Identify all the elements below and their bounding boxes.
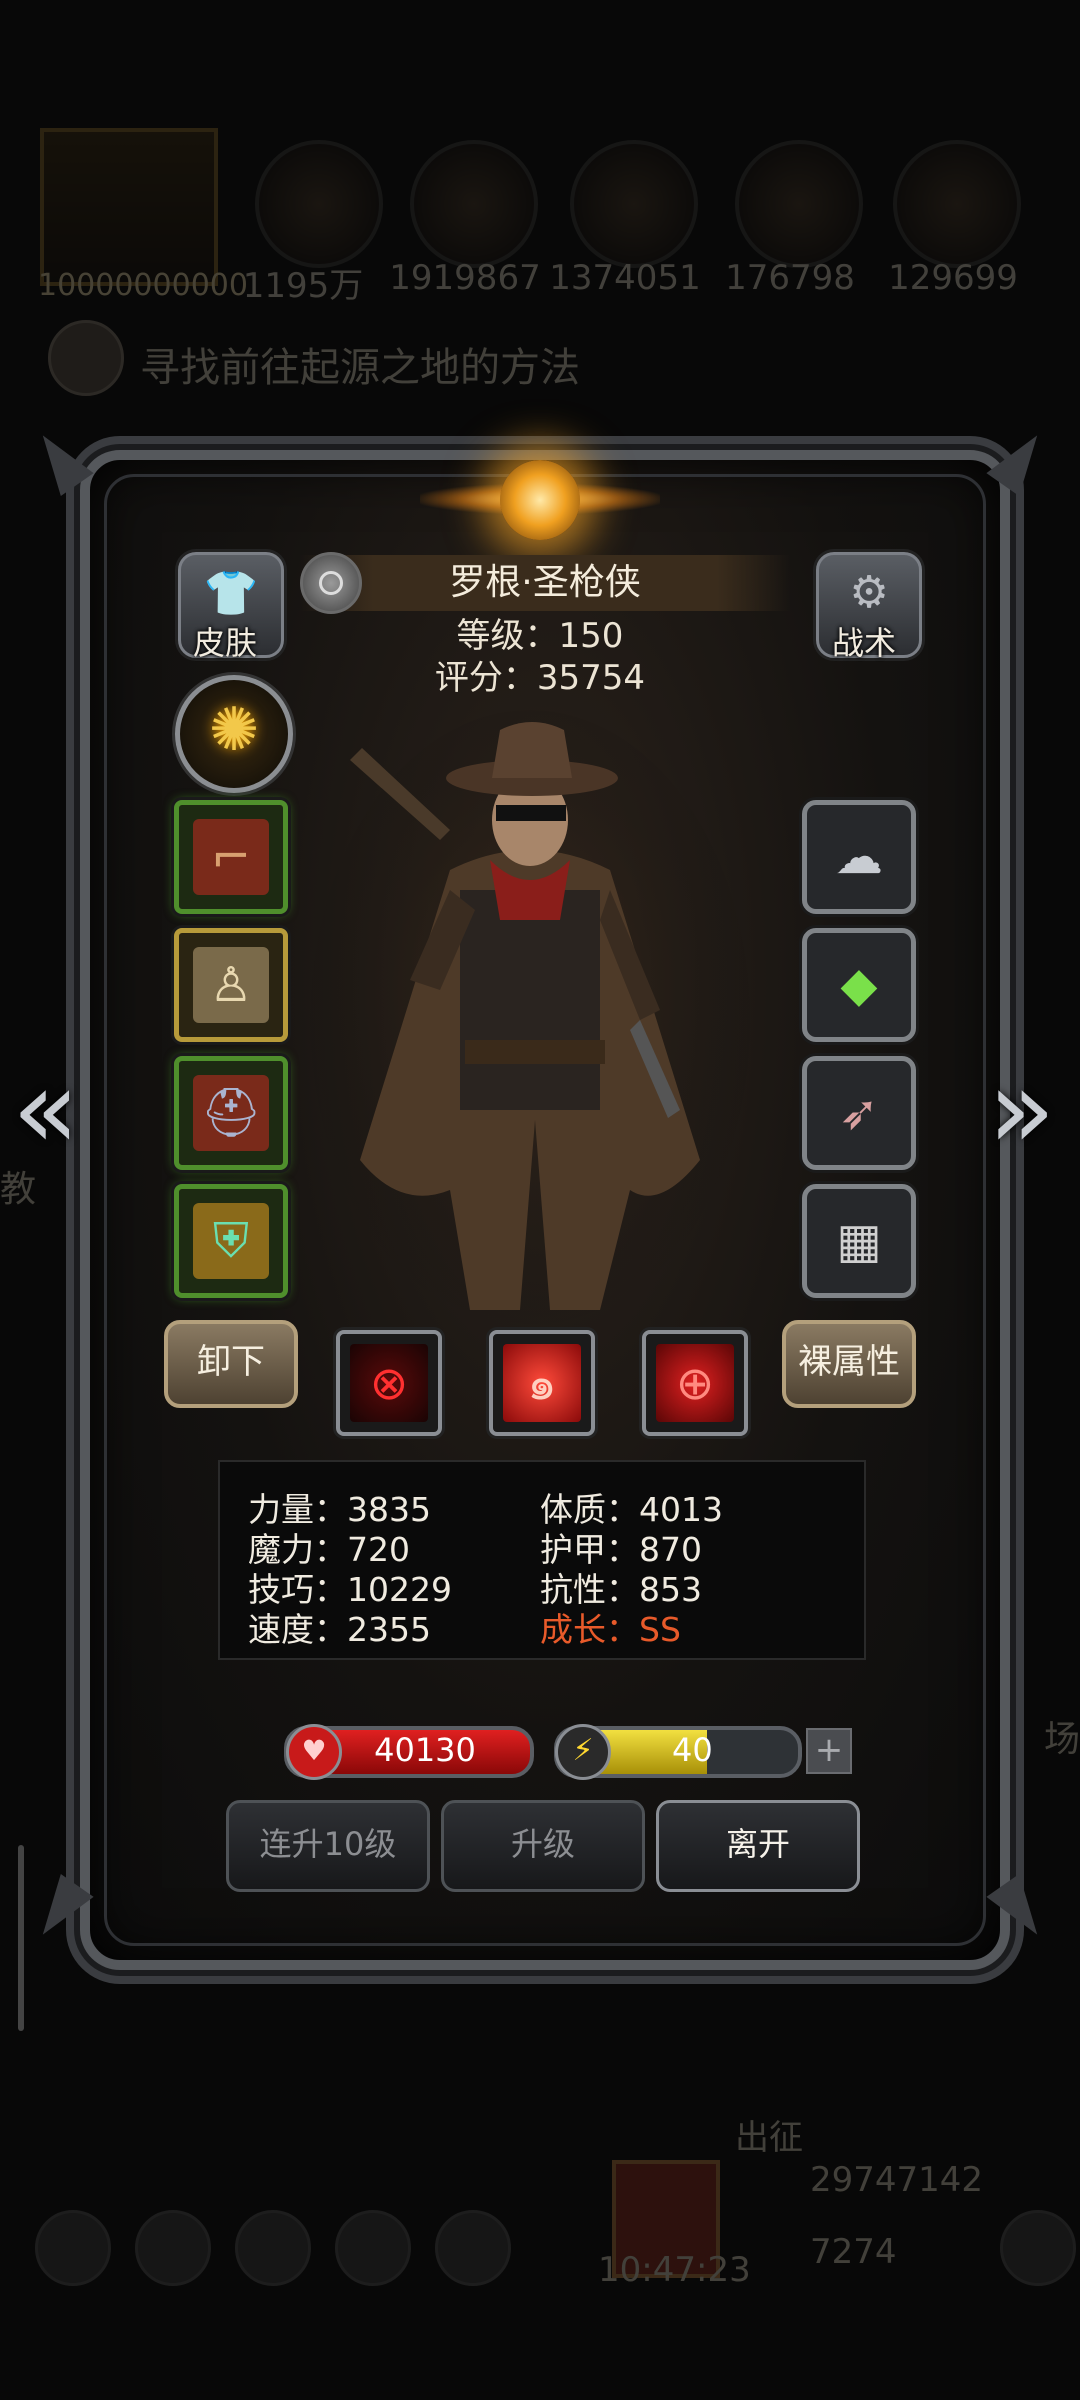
green-gem-icon: ◆ [840, 957, 878, 1013]
shirt-icon: 👕 [203, 568, 259, 619]
class-emblem-icon[interactable]: ✺ [175, 675, 293, 793]
sortie-label: 出征 [735, 2118, 803, 2158]
skill-slot-1[interactable]: ⊗ [336, 1330, 442, 1436]
unequip-button[interactable]: 卸下 [164, 1320, 298, 1408]
resource-value: 129699 [888, 258, 1018, 298]
feather-slot[interactable]: ➶ [802, 1056, 916, 1170]
robe-slot[interactable]: ♙ [174, 928, 288, 1042]
crown-value: 10000000000 [38, 268, 248, 303]
hp-value: 40130 [374, 1731, 476, 1769]
feather-icon: ➶ [838, 1085, 880, 1141]
scrollbar [18, 1845, 24, 2031]
cloud-ring-icon: ☁ [835, 829, 883, 885]
helmet-icon: ⛑ [200, 1085, 262, 1141]
hero-name: 罗根·圣枪侠 [300, 555, 790, 611]
target-skill-icon: ⊕ [675, 1356, 715, 1410]
stat-speed: 速度：2355 [248, 1610, 431, 1649]
clock-text: 10:47:23 [598, 2250, 751, 2290]
menu-icon [135, 2210, 211, 2286]
gold-value: 29747142 [810, 2160, 984, 2200]
quest-icon [48, 320, 124, 396]
resource-value: 176798 [725, 258, 855, 298]
lightning-icon: ⚡ [555, 1724, 611, 1780]
rank-badge-icon[interactable] [300, 552, 362, 614]
level-up-10-button[interactable]: 连升10级 [226, 1800, 430, 1892]
resource-icon [570, 140, 698, 268]
menu-icon [35, 2210, 111, 2286]
stat-growth: 成长：SS [540, 1610, 681, 1649]
vortex-skill-icon: ๑ [527, 1356, 557, 1410]
gear-icon: ⚙ [849, 567, 889, 618]
menu-icon [435, 2210, 511, 2286]
tactics-label: 战术 [832, 624, 897, 662]
resource-icon [410, 140, 538, 268]
hero-portrait [310, 710, 750, 1330]
sun-emblem-icon [500, 460, 580, 540]
skin-label: 皮肤 [193, 624, 258, 662]
previous-hero-arrow-icon[interactable]: « [12, 1045, 79, 1173]
side-text-right: 场 [1044, 1719, 1080, 1760]
level-up-button[interactable]: 升级 [441, 1800, 645, 1892]
resource-icon [735, 140, 863, 268]
chainmail-slot[interactable]: ▦ [802, 1184, 916, 1298]
pistol-icon: ⌐ [210, 829, 252, 885]
base-attributes-button[interactable]: 裸属性 [782, 1320, 916, 1408]
add-icon [1000, 2210, 1076, 2286]
skill-slot-2[interactable]: ๑ [489, 1330, 595, 1436]
crown-icon [40, 128, 218, 286]
chainmail-icon: ▦ [836, 1213, 882, 1269]
resource-value: 1195万 [242, 266, 364, 306]
resource-value: 1374051 [549, 258, 701, 298]
accessory-slot[interactable]: ☁ [802, 800, 916, 914]
menu-icon [335, 2210, 411, 2286]
leave-button[interactable]: 离开 [656, 1800, 860, 1892]
gem-slot[interactable]: ◆ [802, 928, 916, 1042]
quest-text: 寻找前往起源之地的方法 [140, 345, 580, 391]
energy-value: 40 [672, 1731, 713, 1769]
robe-icon: ♙ [209, 957, 253, 1013]
armor-slot[interactable]: ⛨ [174, 1184, 288, 1298]
resource-icon [893, 140, 1021, 268]
skill-slot-3[interactable]: ⊕ [642, 1330, 748, 1436]
armor-icon: ⛨ [212, 1213, 249, 1269]
helmet-slot[interactable]: ⛑ [174, 1056, 288, 1170]
menu-icon [235, 2210, 311, 2286]
resource-icon [255, 140, 383, 268]
add-energy-button[interactable]: + [806, 1728, 852, 1774]
gem-value: 7274 [810, 2232, 897, 2272]
next-hero-arrow-icon[interactable]: » [988, 1045, 1055, 1173]
resource-value: 1919867 [389, 258, 541, 298]
weapon-slot[interactable]: ⌐ [174, 800, 288, 914]
crosshair-skill-icon: ⊗ [369, 1356, 409, 1410]
